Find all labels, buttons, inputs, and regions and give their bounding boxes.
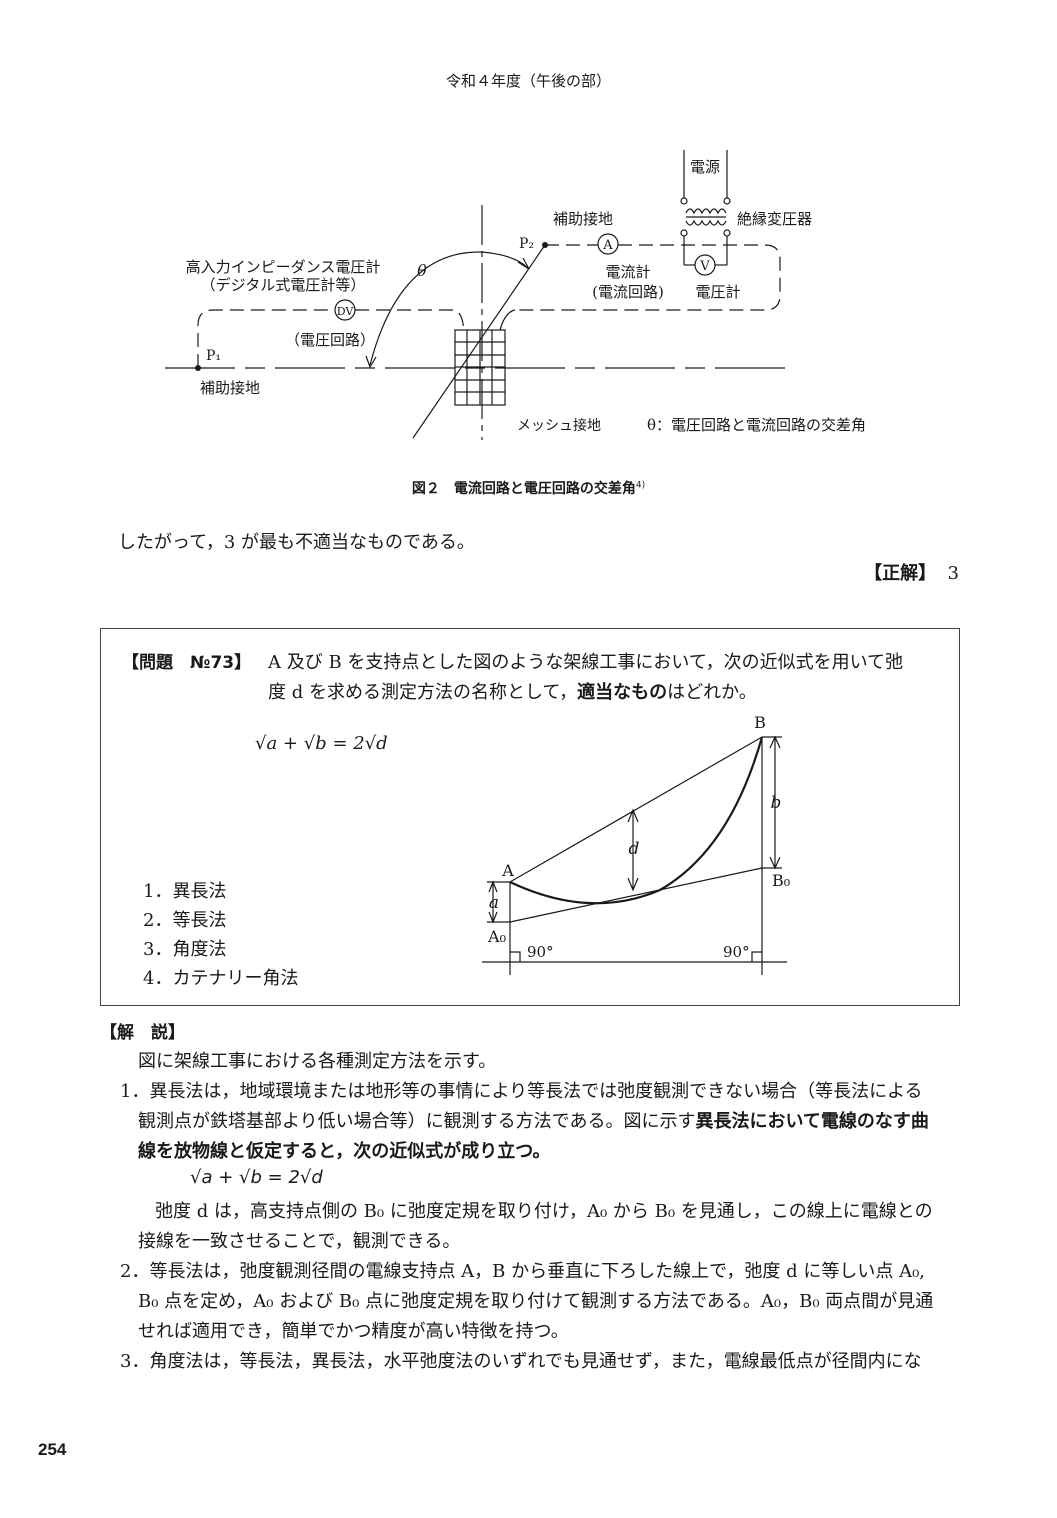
mesh-ground-label: メッシュ接地 [517, 417, 601, 434]
point-b-label: B [754, 713, 766, 732]
item2-line2: B₀ 点を定め，A₀ および B₀ 点に弛度定規を取り付けて観測する方法である。… [138, 1291, 934, 1312]
item1-line4: 弛度 d は，高支持点側の B₀ に弛度定規を取り付け，A₀ から B₀ を見通… [155, 1201, 933, 1222]
question-line-1: A 及び B を支持点とした図のような架線工事において，次の近似式を用いて弛 [268, 652, 904, 673]
d-label: d [629, 839, 640, 859]
b-label: b [771, 793, 782, 813]
point-a-label: A [501, 861, 514, 880]
p2-label: P₂ [519, 236, 534, 252]
item1-line3: 線を放物線と仮定すると，次の近似式が成り立つ。 [138, 1141, 551, 1162]
hi-z-voltmeter-label: 高入力インピーダンス電圧計 [186, 258, 381, 276]
voltmeter-label: 電圧計 [695, 283, 740, 301]
page-number: 254 [38, 1440, 67, 1459]
ammeter-symbol: A [602, 238, 613, 253]
item3-line1: 3．角度法は，等長法，異長法，水平弛度法のいずれでも見通せず，また，電線最低点が… [120, 1351, 922, 1372]
answer-value: 3 [947, 563, 959, 584]
caption-text: 図２ 電流回路と電圧回路の交差角 [411, 481, 636, 497]
ammeter-label: 電流計 [605, 263, 650, 281]
power-source-label: 電源 [690, 158, 720, 176]
item1-line5: 接線を一致させることで，観測できる。 [138, 1231, 461, 1252]
figure-crossing-angle: 電源 絶縁変圧器 補助接地 P₂ A V 電流計 (電流回路) 電圧計 高入力イ… [165, 150, 866, 440]
item1-emphasis: 異長法において電線のなす曲 [695, 1111, 929, 1132]
answer: 【正解】 3 [864, 559, 959, 585]
theta-label: θ [417, 261, 427, 280]
current-circuit-label: (電流回路) [592, 283, 664, 301]
answer-label: 【正解】 [864, 563, 937, 584]
a-label: a [489, 893, 499, 913]
voltage-circuit-label: （電圧回路） [285, 331, 375, 349]
item1-text: 観測点が鉄塔基部より低い場合等）に観測する方法である。図に示す [138, 1111, 696, 1132]
point-a0-label: A₀ [487, 927, 506, 946]
item1-line2: 観測点が鉄塔基部より低い場合等）に観測する方法である。図に示す異長法において電線… [138, 1107, 929, 1133]
explanation-heading: 【解 説】 [100, 1023, 185, 1043]
angle-right-label: 90° [723, 943, 750, 961]
caption-reference: 4) [635, 480, 646, 491]
figure-caption: 図２ 電流回路と電圧回路の交差角4) [0, 478, 1057, 498]
item1-line1: 1．異長法は，地域環境または地形等の事情により等長法では弛度観測できない場合（等… [120, 1081, 923, 1102]
explanation-formula: √a + √b = 2√d [190, 1167, 323, 1188]
theta-legend: θ：電圧回路と電流回路の交差角 [647, 416, 866, 434]
explanation-intro: 図に架線工事における各種測定方法を示す。 [138, 1051, 497, 1072]
voltmeter-symbol: V [699, 259, 710, 274]
transformer-label: 絶縁変圧器 [737, 210, 812, 228]
item2-line1: 2．等長法は，弛度観測径間の電線支持点 A，B から垂直に下ろした線上で，弛度 … [120, 1261, 926, 1282]
angle-left-label: 90° [527, 943, 554, 961]
item2-line3: せれば適用でき，簡単でかつ精度が高い特徴を持つ。 [138, 1321, 569, 1342]
p1-label: P₁ [206, 348, 221, 364]
sag-diagram: B A A₀ B₀ a b d 90° 90° [482, 713, 790, 975]
question-number: 【問題 №73】 [122, 653, 252, 673]
point-b0-label: B₀ [772, 871, 790, 890]
aux-ground-p2-label: 補助接地 [553, 210, 613, 228]
conclusion-text: したがって，3 が最も不適当なものである。 [118, 532, 475, 553]
dv-symbol: DV [337, 305, 355, 318]
aux-ground-p1-label: 補助接地 [200, 379, 260, 397]
digital-voltmeter-label: （デジタル式電圧計等） [201, 276, 366, 294]
